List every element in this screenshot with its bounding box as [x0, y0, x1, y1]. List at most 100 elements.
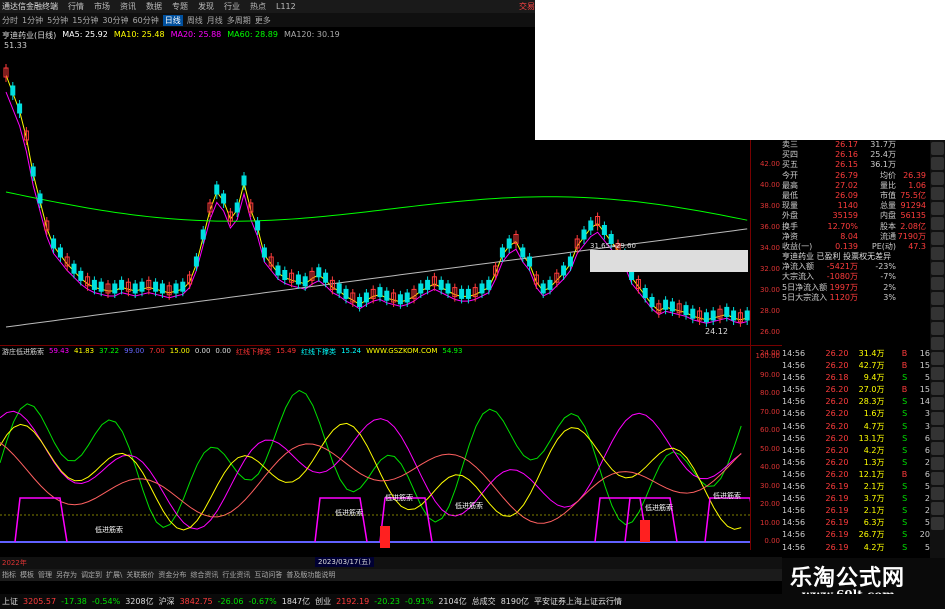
side-tool-icon[interactable] [931, 337, 944, 350]
menu-item-industry[interactable]: 行业 [224, 1, 240, 12]
side-tool-icon[interactable] [931, 262, 944, 275]
candle-body [357, 297, 363, 307]
ind-plateau [314, 497, 368, 543]
menu-item-l2[interactable]: L112 [276, 2, 296, 11]
bottom-tab[interactable]: 互动问答 [254, 570, 282, 580]
trade-cell: S [902, 530, 908, 540]
candle-body [506, 238, 512, 249]
candle-body [703, 312, 709, 323]
trade-cell: 14:56 [782, 506, 806, 516]
bottom-tab[interactable]: 扩展\ [106, 570, 122, 580]
index-label: 创业 [315, 597, 332, 606]
bottom-tab[interactable]: 指标 [2, 570, 16, 580]
side-tool-icon[interactable] [931, 427, 944, 440]
trade-cell: 4.2万 [863, 445, 885, 455]
trade-cell: 14:56 [782, 457, 806, 467]
trade-cell: 26.20 [825, 433, 849, 443]
candle-body [98, 281, 104, 292]
side-tool-icon[interactable] [931, 247, 944, 260]
candle-body [731, 310, 737, 321]
candle-body [193, 256, 199, 267]
side-tool-icon[interactable] [931, 472, 944, 485]
trade-cell: 5 [924, 373, 930, 383]
trade-cell: 26.20 [825, 457, 849, 467]
side-tool-icon[interactable] [931, 142, 944, 155]
trade-cell: 13.1万 [858, 433, 885, 443]
side-tool-icon[interactable] [931, 187, 944, 200]
bottom-tab[interactable]: 综合资讯 [190, 570, 218, 580]
quote-cell: -5421万 [826, 262, 858, 272]
side-tool-icon[interactable] [931, 382, 944, 395]
side-tool-icon[interactable] [931, 487, 944, 500]
bottom-tab[interactable]: 普及版功能说明 [286, 570, 335, 580]
period-tab[interactable]: 月线 [207, 15, 223, 26]
tick-trades[interactable]: 14:56 26.20 31.4万 B 16 14:56 26.20 42.7万 B 15 14:5… [782, 348, 930, 558]
menu-item-quote[interactable]: 行情 [68, 1, 84, 12]
side-tool-icon[interactable] [931, 322, 944, 335]
period-tab[interactable]: 周线 [187, 15, 203, 26]
period-tab[interactable]: 更多 [255, 15, 271, 26]
candle-body [234, 202, 240, 213]
side-tool-icon[interactable] [931, 517, 944, 530]
indicator-chart[interactable]: 低进筋索 低进筋索 低进筋索 低进筋索 低进筋索 低进筋索 [0, 360, 750, 556]
trade-cell: 14:56 [782, 349, 806, 358]
side-tool-icon[interactable] [931, 172, 944, 185]
trade-cell: S [902, 506, 908, 516]
period-tab[interactable]: 30分钟 [102, 15, 128, 26]
ma120-label: MA120: 30.19 [283, 30, 340, 39]
period-tab[interactable]: 60分钟 [133, 15, 159, 26]
bottom-tab[interactable]: 资金分布 [158, 570, 186, 580]
bottom-tab[interactable]: 行业资讯 [222, 570, 250, 580]
menu-item-hot[interactable]: 热点 [250, 1, 266, 12]
side-tool-icon[interactable] [931, 157, 944, 170]
side-tool-icon[interactable] [931, 457, 944, 470]
trade-cell: 14:56 [782, 445, 806, 455]
period-tab-daily[interactable]: 日线 [162, 14, 183, 26]
trade-cell: 26.19 [825, 518, 849, 528]
period-tab[interactable]: 15分钟 [72, 15, 98, 26]
menu-item-news[interactable]: 资讯 [120, 1, 136, 12]
side-tool-icon[interactable] [931, 232, 944, 245]
bottom-tab[interactable]: 管理 [38, 570, 52, 580]
side-tool-icon[interactable] [931, 412, 944, 425]
trade-cell: 1.6万 [863, 409, 885, 419]
ind-bar [380, 526, 390, 548]
candle-body [445, 283, 451, 294]
side-tool-icon[interactable] [931, 277, 944, 290]
menu-item-topics[interactable]: 专题 [172, 1, 188, 12]
side-tool-icon[interactable] [931, 352, 944, 365]
menu-item-data[interactable]: 数据 [146, 1, 162, 12]
ind-line-yellow [0, 422, 742, 531]
status-broker: 平安证券上海上证云行情 [534, 597, 623, 606]
bottom-tab[interactable]: 另存为 [56, 570, 77, 580]
period-tab[interactable]: 分时 [2, 15, 18, 26]
side-tool-icon[interactable] [931, 397, 944, 410]
side-tool-icon[interactable] [931, 502, 944, 515]
trade-row: 14:56 26.19 2.1万 S 5 [782, 481, 930, 493]
quote-panel: 卖三 26.17 31.7万 买四 26.16 25.4万 买五 26.15 36.1万 今开 26… [782, 140, 930, 345]
signal-label: 低进筋索 [335, 508, 363, 517]
ind-tick: 40.00 [759, 463, 780, 471]
side-tool-icon[interactable] [931, 307, 944, 320]
bottom-tab[interactable]: 调定到 [81, 570, 102, 580]
candlestick-chart[interactable]: 51.33 31.65→29.60 24.12 [0, 42, 750, 342]
period-tab[interactable]: 1分钟 [22, 15, 43, 26]
menu-item-market[interactable]: 市场 [94, 1, 110, 12]
side-tool-icon[interactable] [931, 367, 944, 380]
side-tool-icon[interactable] [931, 442, 944, 455]
candle-body [642, 288, 648, 298]
quote-cell: 0.139 [835, 241, 858, 251]
side-tool-icon[interactable] [931, 217, 944, 230]
bottom-tab[interactable]: 关联报价 [126, 570, 154, 580]
trade-button[interactable]: 交易 [519, 1, 535, 12]
quote-cell: 大宗流入 [782, 272, 814, 282]
period-tab[interactable]: 5分钟 [47, 15, 68, 26]
period-tab[interactable]: 多周期 [227, 15, 251, 26]
side-tool-icon[interactable] [931, 202, 944, 215]
candle-body [561, 265, 567, 276]
side-tool-icon[interactable] [931, 292, 944, 305]
menu-item-discover[interactable]: 发现 [198, 1, 214, 12]
trade-cell: 5 [924, 518, 930, 528]
bottom-tab[interactable]: 模板 [20, 570, 34, 580]
price-tick: 36.00 [759, 223, 780, 231]
